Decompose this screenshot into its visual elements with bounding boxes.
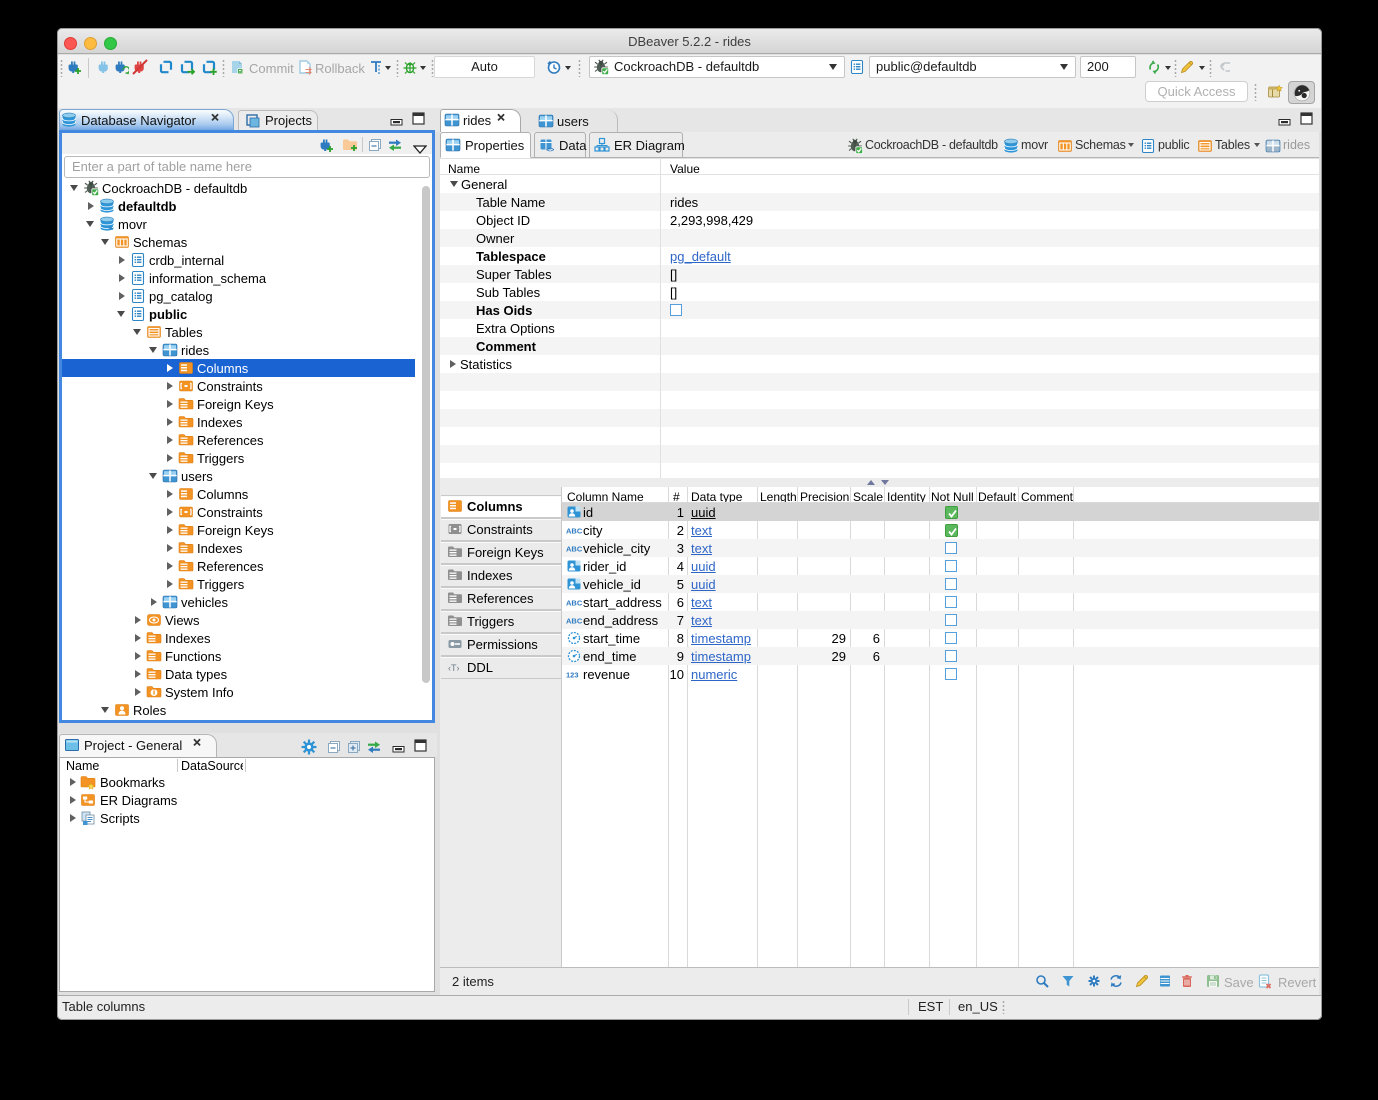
- svg-text:ABC: ABC: [566, 545, 582, 554]
- svg-text:‹T›: ‹T›: [448, 663, 460, 673]
- svg-text:ABC: ABC: [566, 599, 582, 608]
- svg-text:ABC: ABC: [566, 527, 582, 536]
- svg-text:ABC: ABC: [566, 617, 582, 626]
- svg-text:123: 123: [566, 671, 579, 680]
- svg-text:<>: <>: [546, 147, 554, 153]
